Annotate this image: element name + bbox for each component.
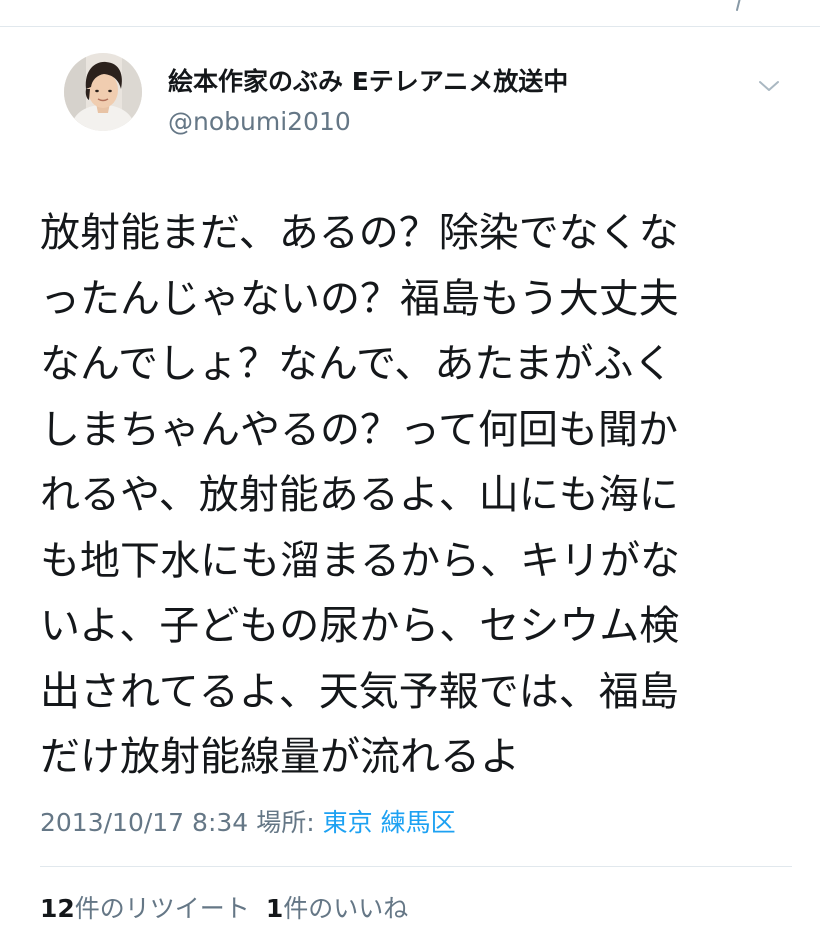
tweet-text-line: だけ放射能線量が流れるよ	[40, 734, 520, 780]
likes-stat[interactable]: 1件のいいね	[266, 894, 408, 923]
retweet-count: 12	[40, 894, 75, 923]
tweet-text-line: なんでしょ？なんで、あたまがふく	[40, 341, 674, 387]
location-label: 場所:	[256, 808, 315, 837]
meta-divider	[40, 866, 792, 867]
avatar-image	[64, 53, 142, 131]
author-handle[interactable]: @nobumi2010	[168, 106, 351, 138]
tweet-text-line: ったんじゃないの？福島もう大丈夫	[40, 275, 679, 322]
top-divider	[0, 26, 820, 27]
share-icon[interactable]	[736, 0, 756, 12]
tweet-text: 放射能まだ、あるの？除染でなくな ったんじゃないの？福島もう大丈夫 なんでしょ？…	[40, 201, 800, 791]
tweet-meta: 2013/10/17 8:34 場所: 東京 練馬区	[40, 806, 456, 840]
author-display-name[interactable]: 絵本作家のぶみ Eテレアニメ放送中	[168, 66, 568, 98]
tweet-stats: 12件のリツイート 1件のいいね	[40, 892, 408, 926]
tweet-timestamp: 2013/10/17 8:34	[40, 808, 249, 837]
tweet-text-line: も地下水にも溜まるから、キリがな	[40, 537, 680, 584]
like-label: 件のいいね	[283, 894, 409, 923]
retweet-label: 件のリツイート	[74, 894, 250, 923]
tweet-text-line: 放射能まだ、あるの？除染でなくな	[40, 210, 679, 256]
tweet-text-line: しまちゃんやるの？って何回も聞か	[40, 406, 678, 453]
tweet-text-line: れるや、放射能あるよ、山にも海に	[40, 472, 679, 518]
avatar[interactable]	[64, 53, 142, 131]
chevron-down-icon[interactable]	[757, 78, 781, 94]
tweet-text-line: いよ、子どもの尿から、セシウム検	[40, 603, 680, 649]
retweets-stat[interactable]: 12件のリツイート	[40, 894, 250, 923]
tweet-text-line: 出されてるよ、天気予報では、福島	[40, 668, 679, 715]
like-count: 1	[265, 894, 284, 923]
tweet-detail-screen: 絵本作家のぶみ Eテレアニメ放送中 @nobumi2010 放射能まだ、あるの？…	[0, 0, 820, 948]
location-link[interactable]: 東京 練馬区	[323, 808, 456, 837]
